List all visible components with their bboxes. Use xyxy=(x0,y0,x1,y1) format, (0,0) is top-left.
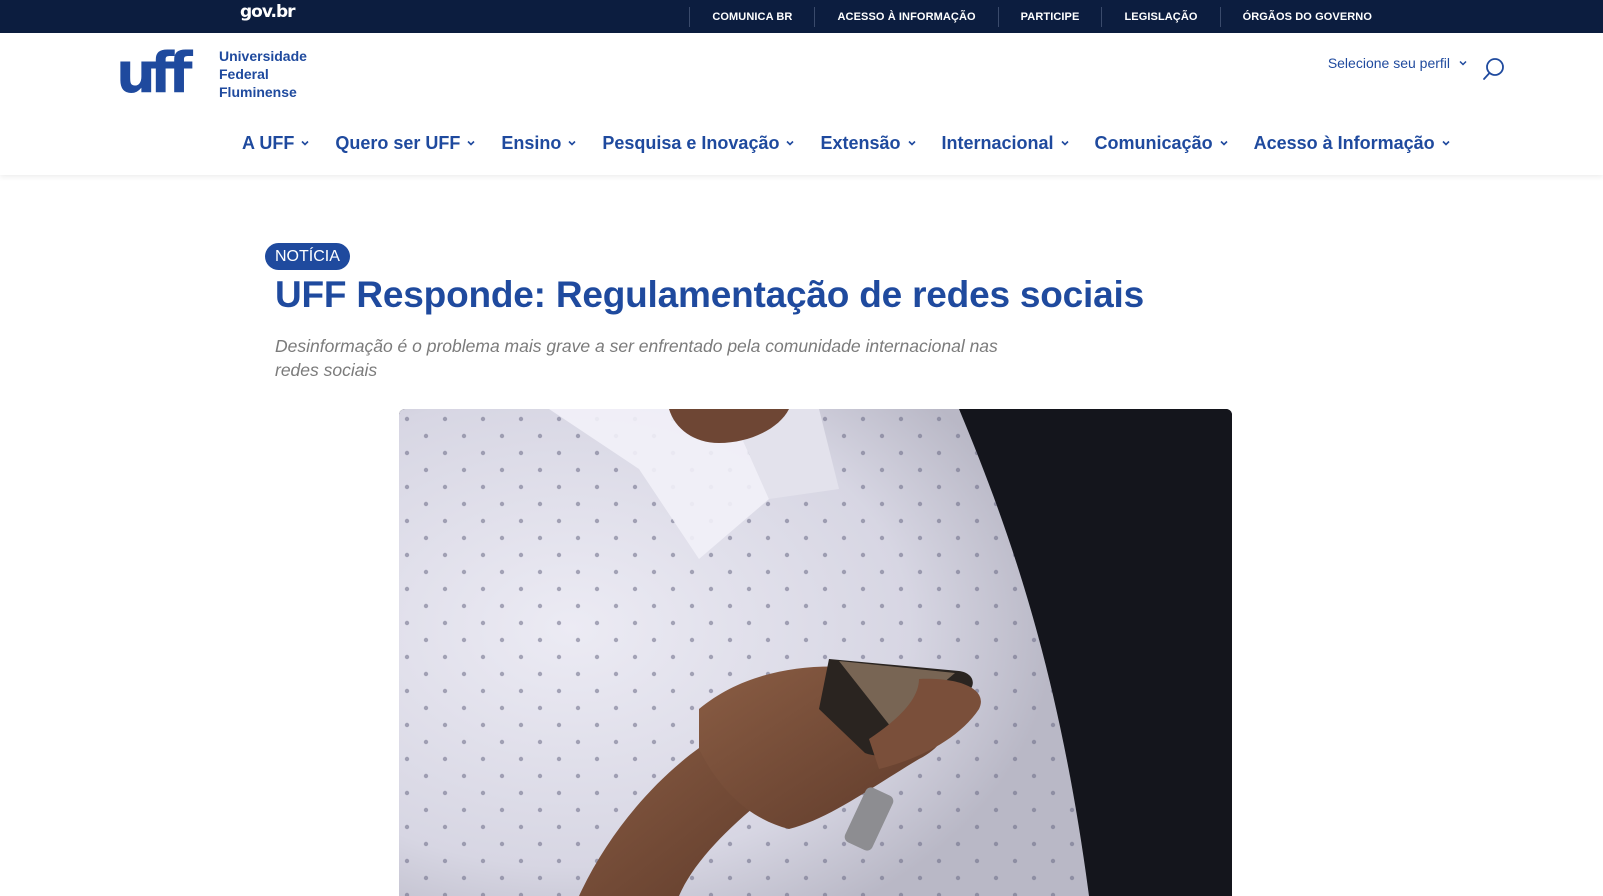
person-with-phone-photo xyxy=(399,409,1232,896)
gov-link-legislacao[interactable]: LEGISLAÇÃO xyxy=(1101,6,1219,27)
site-header: uff Universidade Federal Fluminense Sele… xyxy=(0,33,1603,175)
university-name-line3: Fluminense xyxy=(219,84,297,100)
nav-item-label: A UFF xyxy=(242,132,295,153)
nav-item-label: Pesquisa e Inovação xyxy=(602,132,780,153)
nav-item-label: Acesso à Informação xyxy=(1253,132,1435,153)
gov-link-comunica-br[interactable]: COMUNICA BR xyxy=(689,6,814,27)
govbr-logo[interactable]: gov.br xyxy=(240,2,296,22)
chevron-down-icon xyxy=(1442,140,1450,146)
nav-item-label: Ensino xyxy=(501,132,562,153)
gov-link-acesso-informacao[interactable]: ACESSO À INFORMAÇÃO xyxy=(814,6,997,27)
chevron-down-icon xyxy=(1220,140,1228,146)
gov-links: COMUNICA BR ACESSO À INFORMAÇÃO PARTICIP… xyxy=(689,0,1394,33)
gov-link-orgaos-governo[interactable]: ÓRGÃOS DO GOVERNO xyxy=(1219,6,1394,27)
profile-selector[interactable]: Selecione seu perfil xyxy=(1328,55,1468,71)
uff-brand-link[interactable]: uff Universidade Federal Fluminense xyxy=(116,48,307,102)
uff-logo-icon: uff xyxy=(116,48,199,102)
search-icon xyxy=(1483,58,1504,80)
nav-item-label: Extensão xyxy=(820,132,901,153)
nav-item-comunicacao[interactable]: Comunicação xyxy=(1095,133,1229,154)
gov-link-participe[interactable]: PARTICIPE xyxy=(997,6,1102,27)
article-title: UFF Responde: Regulamentação de redes so… xyxy=(275,274,1144,315)
chevron-down-icon xyxy=(467,140,475,146)
gov-top-bar: gov.br COMUNICA BR ACESSO À INFORMAÇÃO P… xyxy=(0,0,1603,33)
chevron-down-icon xyxy=(1459,60,1467,66)
search-button[interactable] xyxy=(1481,56,1507,82)
nav-item-quero-ser-uff[interactable]: Quero ser UFF xyxy=(335,133,476,154)
nav-item-label: Comunicação xyxy=(1094,132,1213,153)
main-navigation: A UFF Quero ser UFF Ensino Pesquisa e In… xyxy=(242,128,1476,158)
nav-item-pesquisa-inovacao[interactable]: Pesquisa e Inovação xyxy=(602,133,795,154)
article-subtitle: Desinformação é o problema mais grave a … xyxy=(275,336,998,380)
nav-item-internacional[interactable]: Internacional xyxy=(942,133,1070,154)
news-category-badge: NOTÍCIA xyxy=(265,243,350,270)
nav-item-label: Internacional xyxy=(941,132,1054,153)
nav-item-label: Quero ser UFF xyxy=(335,132,461,153)
chevron-down-icon xyxy=(1060,140,1069,146)
chevron-down-icon xyxy=(301,140,309,146)
article-hero-image xyxy=(399,409,1232,896)
nav-item-ensino[interactable]: Ensino xyxy=(501,133,577,154)
university-name-line1: Universidade xyxy=(219,48,307,64)
chevron-down-icon xyxy=(786,140,795,146)
profile-selector-label: Selecione seu perfil xyxy=(1327,55,1450,71)
nav-item-extensao[interactable]: Extensão xyxy=(820,133,916,154)
chevron-down-icon xyxy=(907,140,916,146)
nav-item-a-uff[interactable]: A UFF xyxy=(242,133,310,154)
svg-text:uff: uff xyxy=(116,48,193,102)
university-name-line2: Federal xyxy=(219,66,269,82)
nav-item-acesso-informacao[interactable]: Acesso à Informação xyxy=(1254,133,1451,154)
chevron-down-icon xyxy=(568,140,576,146)
university-name: Universidade Federal Fluminense xyxy=(219,47,307,101)
